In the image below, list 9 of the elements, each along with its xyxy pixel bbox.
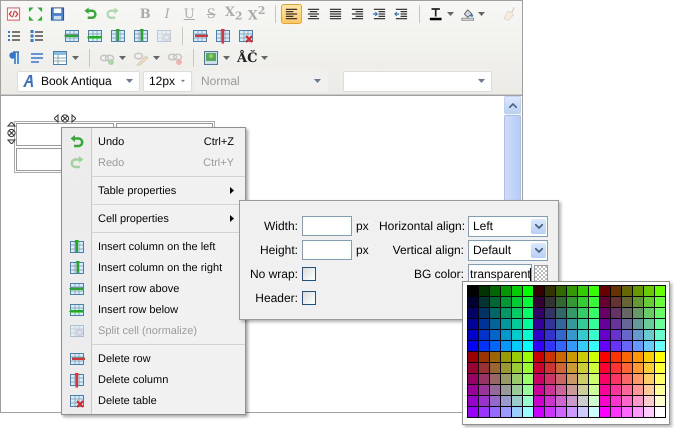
field-label: No wrap: xyxy=(248,267,298,281)
field-label: Vertical align: xyxy=(392,243,464,257)
unit-label: px xyxy=(356,243,370,257)
field-label: Width: xyxy=(262,219,298,233)
unit-label: px xyxy=(356,219,370,233)
field-label: BG color: xyxy=(412,267,464,281)
field-label: Horizontal align: xyxy=(379,219,464,233)
field-label: Header: xyxy=(254,291,298,305)
field-label: Height: xyxy=(258,243,298,257)
